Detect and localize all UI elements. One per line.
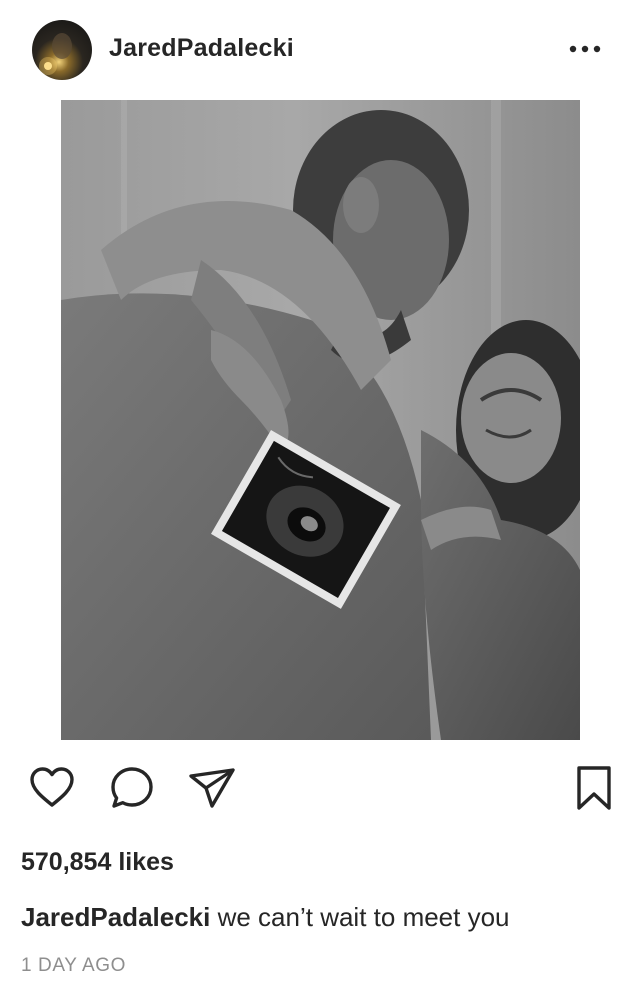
post-username[interactable]: JaredPadalecki: [109, 34, 294, 63]
caption-text: we can’t wait to meet you: [217, 902, 510, 932]
post-header: JaredPadalecki: [0, 0, 640, 100]
post-actions: [0, 760, 640, 820]
post-caption: JaredPadalecki we can’t wait to meet you: [21, 902, 510, 933]
avatar-image-icon: [39, 33, 72, 75]
profile-avatar[interactable]: [32, 20, 92, 80]
post-timestamp: 1 DAY AGO: [21, 955, 127, 976]
caption-username[interactable]: JaredPadalecki: [21, 902, 210, 932]
heart-icon[interactable]: [28, 764, 76, 812]
bookmark-icon[interactable]: [570, 764, 618, 812]
comment-icon[interactable]: [108, 764, 156, 812]
paper-plane-icon[interactable]: [188, 764, 236, 812]
more-options-icon[interactable]: [566, 38, 606, 60]
likes-count[interactable]: 570,854 likes: [21, 848, 174, 877]
post-photo[interactable]: [61, 100, 580, 740]
